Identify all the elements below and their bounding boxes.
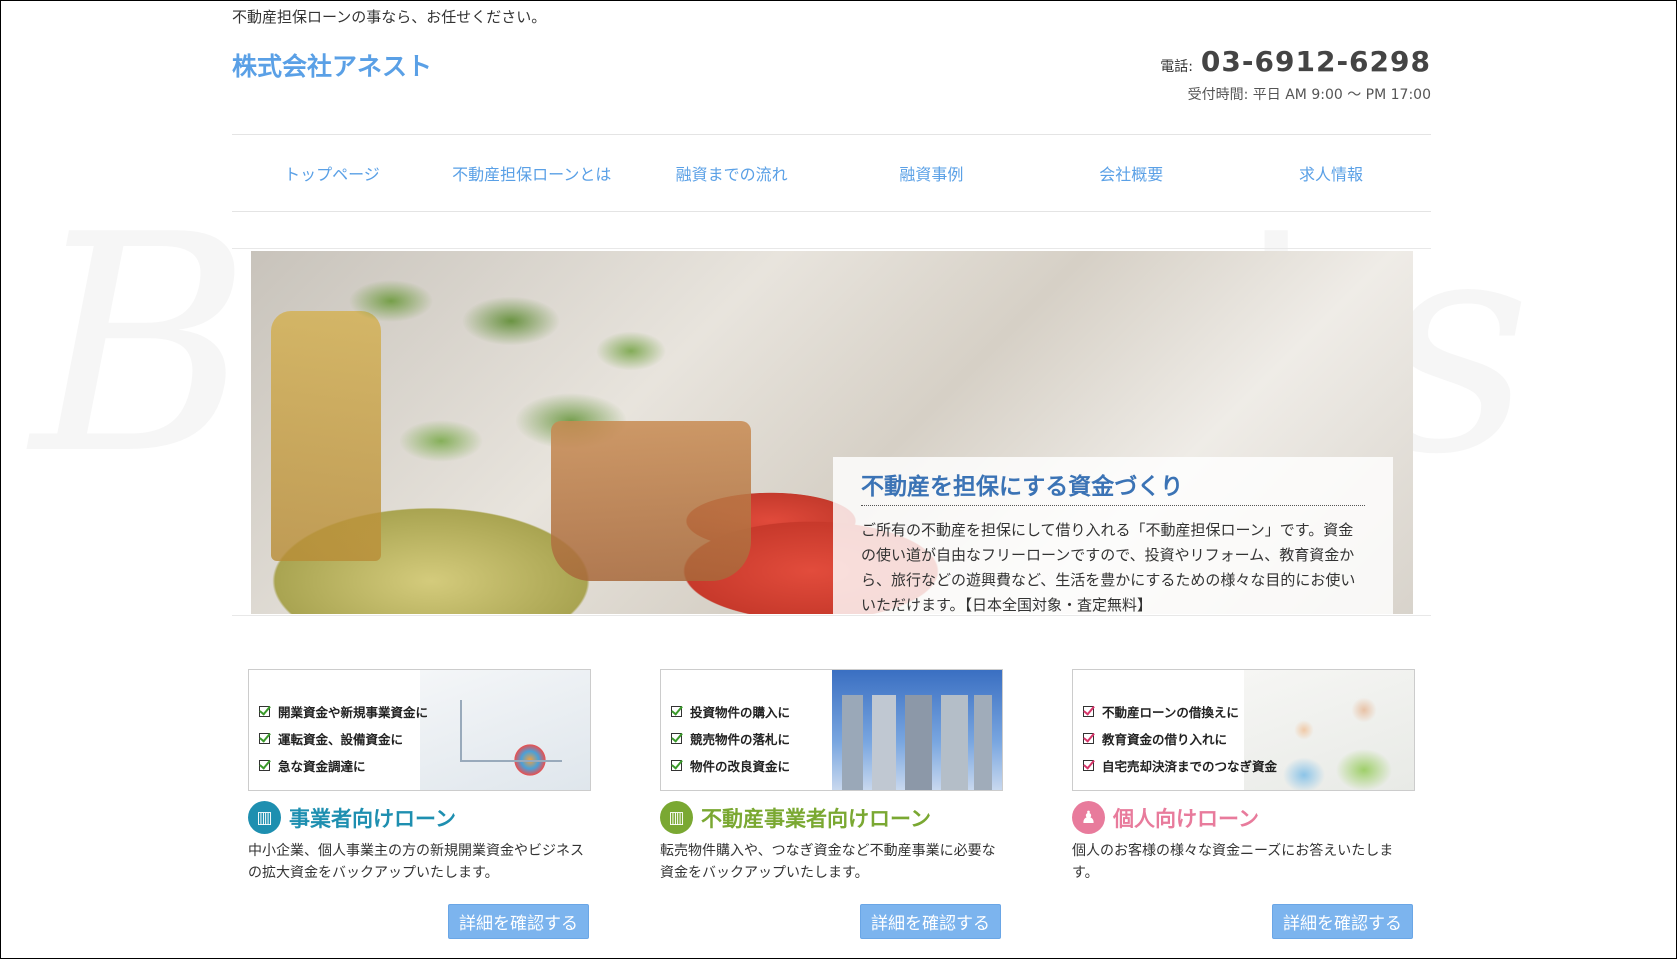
card-business-loan: 開業資金や新規事業資金に 運転資金、設備資金に 急な資金調達に ▥ 事業者向けロ…	[248, 669, 591, 939]
banner-checklist: 開業資金や新規事業資金に 運転資金、設備資金に 急な資金調達に	[259, 698, 428, 779]
card-banner[interactable]: 開業資金や新規事業資金に 運転資金、設備資金に 急な資金調達に	[248, 669, 591, 791]
hero-title: 不動産を担保にする資金づくり	[861, 467, 1365, 506]
card-banner[interactable]: 投資物件の購入に 競売物件の落札に 物件の改良資金に	[660, 669, 1003, 791]
check-item: 投資物件の購入に	[671, 698, 790, 725]
card-banner[interactable]: 不動産ローンの借換えに 教育資金の借り入れに 自宅売却決済までのつなぎ資金	[1072, 669, 1415, 791]
details-button[interactable]: 詳細を確認する	[860, 904, 1001, 939]
check-item: 急な資金調達に	[259, 752, 428, 779]
checkbox-icon	[259, 706, 270, 717]
nav-item-recruit[interactable]: 求人情報	[1231, 161, 1431, 185]
site-logo[interactable]: 株式会社アネスト	[232, 47, 432, 83]
checkbox-icon	[671, 706, 682, 717]
contact-info: 電話: 03-6912-6298 受付時間: 平日 AM 9:00 ～ PM 1…	[1160, 45, 1431, 104]
details-button[interactable]: 詳細を確認する	[448, 904, 589, 939]
nav-item-company[interactable]: 会社概要	[1031, 161, 1231, 185]
building-icon: ▥	[248, 801, 281, 834]
checkbox-icon	[1083, 733, 1094, 744]
card-personal-loan: 不動産ローンの借換えに 教育資金の借り入れに 自宅売却決済までのつなぎ資金 ♟ …	[1072, 669, 1415, 939]
card-heading: ♟ 個人向けローン	[1072, 801, 1415, 834]
card-heading: ▥ 事業者向けローン	[248, 801, 591, 834]
business-hours: 受付時間: 平日 AM 9:00 ～ PM 17:00	[1187, 87, 1431, 103]
card-title: 不動産事業者向けローン	[701, 806, 931, 831]
phone-number[interactable]: 03-6912-6298	[1201, 45, 1431, 78]
phone-label: 電話:	[1160, 59, 1193, 75]
checkbox-icon	[671, 760, 682, 771]
main-nav: トップページ 不動産担保ローンとは 融資までの流れ 融資事例 会社概要 求人情報	[232, 134, 1431, 212]
card-title: 個人向けローン	[1113, 806, 1259, 831]
hero-caption: 不動産を担保にする資金づくり ご所有の不動産を担保にして借り入れる「不動産担保ロ…	[833, 457, 1393, 614]
loan-cards: 開業資金や新規事業資金に 運転資金、設備資金に 急な資金調達に ▥ 事業者向けロ…	[248, 669, 1415, 939]
check-item: 開業資金や新規事業資金に	[259, 698, 428, 725]
hero-pot-image	[551, 421, 751, 581]
checkbox-icon	[1083, 760, 1094, 771]
business-document-image	[420, 670, 590, 790]
card-description: 中小企業、個人事業主の方の新規開業資金やビジネスの拡大資金をバックアップいたしま…	[248, 843, 584, 881]
checkbox-icon	[259, 760, 270, 771]
hero-banner: 不動産を担保にする資金づくり ご所有の不動産を担保にして借り入れる「不動産担保ロ…	[251, 251, 1413, 614]
card-description: 個人のお客様の様々な資金ニーズにお答えいたします。	[1072, 843, 1394, 881]
checkbox-icon	[671, 733, 682, 744]
check-item: 自宅売却決済までのつなぎ資金	[1083, 752, 1277, 779]
check-item: 競売物件の落札に	[671, 725, 790, 752]
card-description: 転売物件購入や、つなぎ資金など不動産事業に必要な資金をバックアップいたします。	[660, 843, 996, 881]
nav-item-top[interactable]: トップページ	[232, 161, 432, 185]
person-icon: ♟	[1072, 801, 1105, 834]
check-item: 運転資金、設備資金に	[259, 725, 428, 752]
nav-item-cases[interactable]: 融資事例	[831, 161, 1031, 185]
banner-checklist: 不動産ローンの借換えに 教育資金の借り入れに 自宅売却決済までのつなぎ資金	[1083, 698, 1277, 779]
check-item: 不動産ローンの借換えに	[1083, 698, 1277, 725]
check-item: 物件の改良資金に	[671, 752, 790, 779]
building-icon: ▥	[660, 801, 693, 834]
check-item: 教育資金の借り入れに	[1083, 725, 1277, 752]
city-buildings-image	[832, 670, 1002, 790]
nav-item-flow[interactable]: 融資までの流れ	[632, 161, 832, 185]
card-heading: ▥ 不動産事業者向けローン	[660, 801, 1003, 834]
card-realestate-loan: 投資物件の購入に 競売物件の落札に 物件の改良資金に ▥ 不動産事業者向けローン…	[660, 669, 1003, 939]
checkbox-icon	[1083, 706, 1094, 717]
hero-divider-top	[232, 248, 1431, 249]
phone-line: 電話: 03-6912-6298	[1160, 45, 1431, 78]
nav-item-about-loan[interactable]: 不動産担保ローンとは	[432, 161, 632, 185]
details-button[interactable]: 詳細を確認する	[1272, 904, 1413, 939]
hero-text: ご所有の不動産を担保にして借り入れる「不動産担保ローン」です。資金の使い道が自由…	[861, 521, 1356, 614]
header-tagline: 不動産担保ローンの事なら、お任せください。	[232, 8, 547, 26]
checkbox-icon	[259, 733, 270, 744]
banner-checklist: 投資物件の購入に 競売物件の落札に 物件の改良資金に	[671, 698, 790, 779]
hero-divider-bottom	[232, 615, 1431, 616]
card-title: 事業者向けローン	[289, 806, 456, 831]
